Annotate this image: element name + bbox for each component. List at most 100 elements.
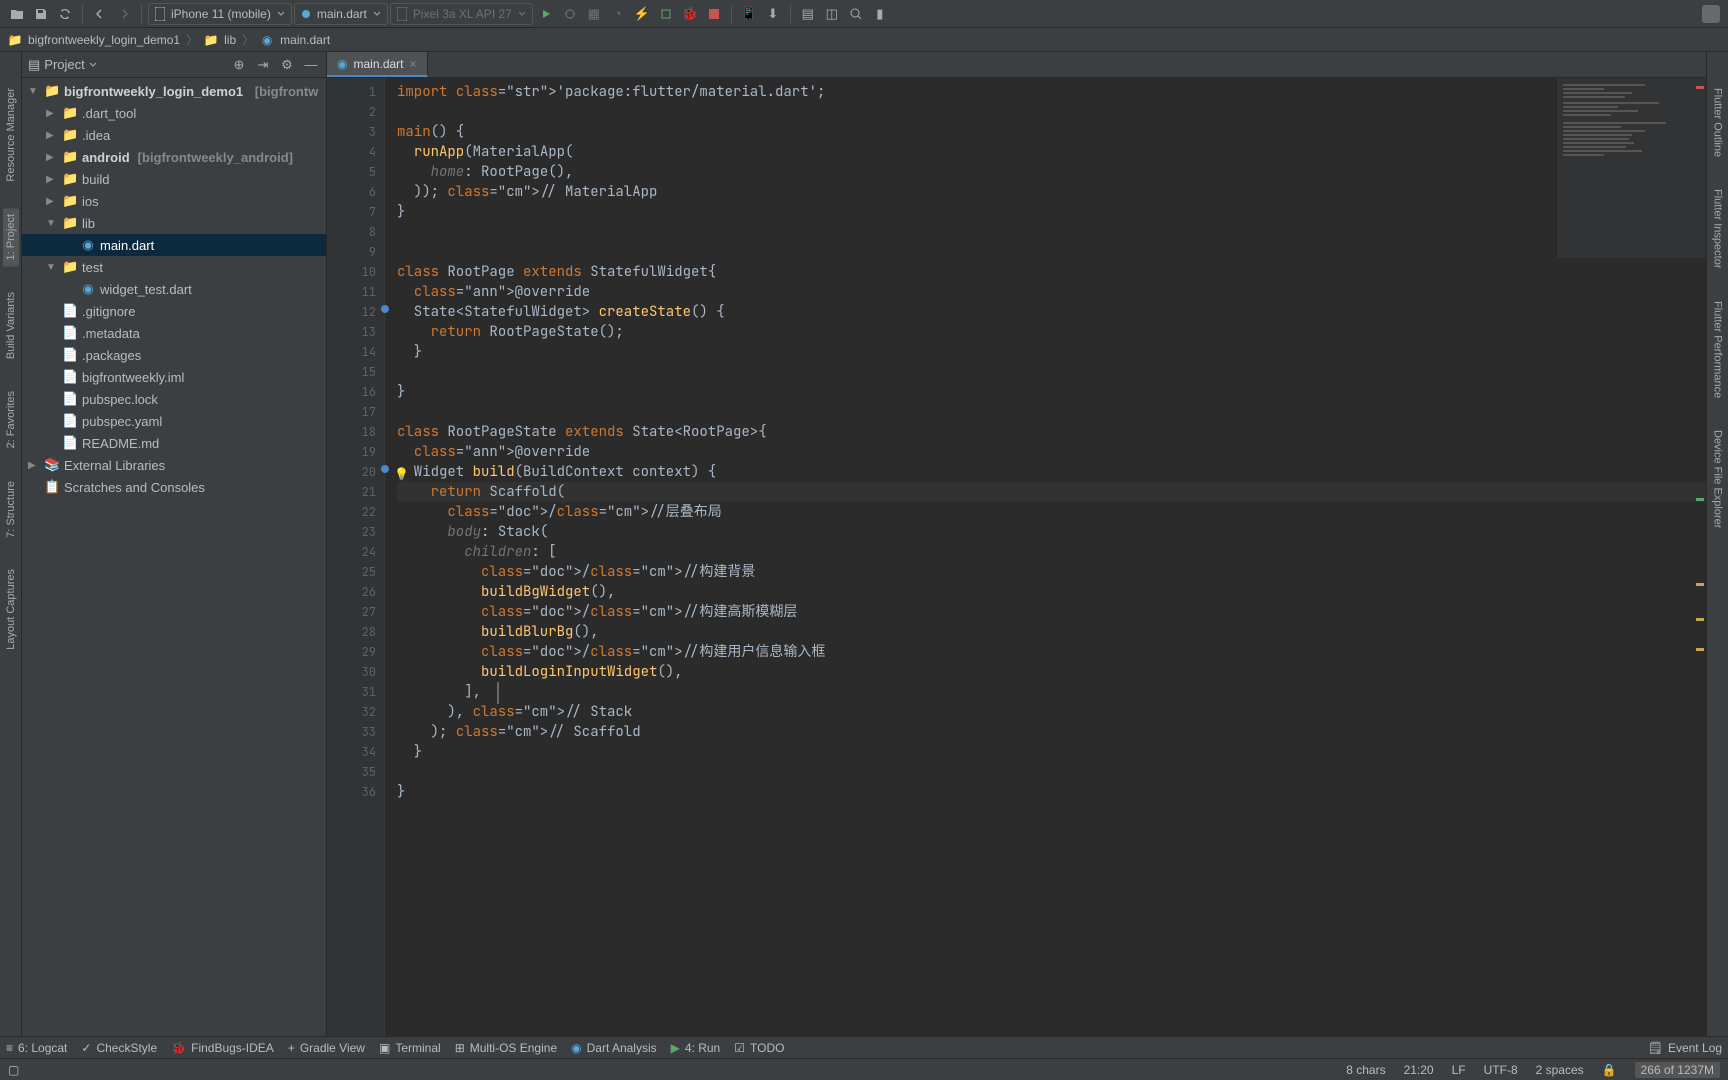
project-title[interactable]: Project <box>44 57 84 72</box>
emulator-selector[interactable]: Pixel 3a XL API 27 <box>390 3 533 25</box>
hide-icon[interactable]: — <box>302 56 320 74</box>
editor-area: ◉ main.dart × 12345678910111213141516171… <box>327 52 1706 1036</box>
tool-findbugs[interactable]: 🐞FindBugs-IDEA <box>171 1041 274 1055</box>
main-toolbar: iPhone 11 (mobile) main.dart Pixel 3a XL… <box>0 0 1728 28</box>
chevron-down-icon[interactable] <box>89 61 97 69</box>
tree-item--gitignore[interactable]: 📄.gitignore <box>22 300 326 322</box>
tree-item-pubspec-yaml[interactable]: 📄pubspec.yaml <box>22 410 326 432</box>
tree-item--dart-tool[interactable]: ▶📁.dart_tool <box>22 102 326 124</box>
tab-device-file-explorer[interactable]: Device File Explorer <box>1710 424 1726 534</box>
tree-item-readme-md[interactable]: 📄README.md <box>22 432 326 454</box>
tool-logcat[interactable]: ≡6: Logcat <box>6 1041 67 1055</box>
project-view-icon: ▤ <box>28 57 40 73</box>
tree-item-test[interactable]: ▼📁test <box>22 256 326 278</box>
search-icon[interactable] <box>845 3 867 25</box>
breadcrumb: 📁 bigfrontweekly_login_demo1 〉 📁 lib 〉 ◉… <box>0 28 1728 52</box>
tree-item--metadata[interactable]: 📄.metadata <box>22 322 326 344</box>
status-encoding[interactable]: UTF-8 <box>1484 1063 1518 1077</box>
tool-terminal[interactable]: ▣Terminal <box>379 1041 441 1055</box>
right-tool-strip: Flutter Outline Flutter Inspector Flutte… <box>1706 52 1728 1036</box>
tree-item-bigfrontweekly-iml[interactable]: 📄bigfrontweekly.iml <box>22 366 326 388</box>
open-icon[interactable] <box>6 3 28 25</box>
avatar-icon[interactable] <box>1700 3 1722 25</box>
tab-resource-manager[interactable]: Resource Manager <box>3 82 19 188</box>
device-selector[interactable]: iPhone 11 (mobile) <box>148 3 292 25</box>
lock-icon[interactable]: 🔒 <box>1602 1063 1617 1077</box>
tree-external-libraries[interactable]: ▶📚 External Libraries <box>22 454 326 476</box>
scrollbar-marks[interactable] <box>1694 78 1706 1036</box>
layout-inspector-icon[interactable]: ▤ <box>797 3 819 25</box>
status-line-ending[interactable]: LF <box>1452 1063 1466 1077</box>
tree-item--idea[interactable]: ▶📁.idea <box>22 124 326 146</box>
status-position[interactable]: 21:20 <box>1404 1063 1434 1077</box>
tab-flutter-outline[interactable]: Flutter Outline <box>1710 82 1726 163</box>
attach-icon[interactable] <box>655 3 677 25</box>
avd-icon[interactable]: 📱 <box>738 3 760 25</box>
sync-icon[interactable] <box>54 3 76 25</box>
back-icon[interactable] <box>89 3 111 25</box>
tab-flutter-performance[interactable]: Flutter Performance <box>1710 295 1726 404</box>
tree-item-main-dart[interactable]: ◉main.dart <box>22 234 326 256</box>
tool-event-log[interactable]: 🗒Event Log <box>1648 1041 1722 1055</box>
tool-dart-analysis[interactable]: ◉Dart Analysis <box>571 1041 657 1055</box>
project-tree: ▼📁 bigfrontweekly_login_demo1 [bigfrontw… <box>22 78 326 1036</box>
tab-structure[interactable]: 7: Structure <box>3 475 19 544</box>
close-icon[interactable]: × <box>410 57 417 71</box>
breadcrumb-project[interactable]: bigfrontweekly_login_demo1 <box>28 33 180 47</box>
status-indent[interactable]: 2 spaces <box>1536 1063 1584 1077</box>
profile-icon[interactable]: ◔ <box>607 3 629 25</box>
bottom-tool-bar: ≡6: Logcat ✓CheckStyle 🐞FindBugs-IDEA +G… <box>0 1036 1728 1058</box>
chevron-icon: 〉 <box>186 31 198 48</box>
tree-item-lib[interactable]: ▼📁lib <box>22 212 326 234</box>
tool-gradle[interactable]: +Gradle View <box>288 1041 365 1055</box>
status-memory[interactable]: 266 of 1237M <box>1635 1062 1720 1078</box>
collapse-icon[interactable]: ⇥ <box>254 56 272 74</box>
tool-checkstyle[interactable]: ✓CheckStyle <box>81 1041 157 1055</box>
tree-item-android[interactable]: ▶📁android[bigfrontweekly_android] <box>22 146 326 168</box>
stop-icon[interactable] <box>703 3 725 25</box>
run-config-selector[interactable]: main.dart <box>294 3 388 25</box>
tree-item-build[interactable]: ▶📁build <box>22 168 326 190</box>
chevron-icon: 〉 <box>242 31 254 48</box>
left-tool-strip: Resource Manager 1: Project Build Varian… <box>0 52 22 1036</box>
tree-scratches[interactable]: 📋 Scratches and Consoles <box>22 476 326 498</box>
run-icon[interactable] <box>535 3 557 25</box>
breadcrumb-file[interactable]: main.dart <box>280 33 330 47</box>
tab-layout-captures[interactable]: Layout Captures <box>3 563 19 656</box>
tab-favorites[interactable]: 2: Favorites <box>3 385 19 454</box>
breadcrumb-folder[interactable]: lib <box>224 33 236 47</box>
save-icon[interactable] <box>30 3 52 25</box>
editor-tabs: ◉ main.dart × <box>327 52 1706 78</box>
text-caret <box>497 682 499 704</box>
code-content[interactable]: import class="str">'package:flutter/mate… <box>385 78 1706 1036</box>
minimap[interactable] <box>1556 78 1706 258</box>
tool-multios[interactable]: ⊞Multi-OS Engine <box>455 1041 557 1055</box>
status-chars: 8 chars <box>1346 1063 1385 1077</box>
tab-flutter-inspector[interactable]: Flutter Inspector <box>1710 183 1726 274</box>
debug-icon[interactable] <box>559 3 581 25</box>
hot-reload-icon[interactable]: ⚡ <box>631 3 653 25</box>
tab-project[interactable]: 1: Project <box>3 208 19 266</box>
tool-run[interactable]: ▶4: Run <box>671 1041 721 1055</box>
line-gutter: 1234567891011121314151617181920💡21222324… <box>327 78 385 1036</box>
tree-root[interactable]: ▼📁 bigfrontweekly_login_demo1 [bigfrontw <box>22 80 326 102</box>
coverage-icon[interactable]: ▦ <box>583 3 605 25</box>
device-label: iPhone 11 (mobile) <box>171 7 271 21</box>
tree-item--packages[interactable]: 📄.packages <box>22 344 326 366</box>
status-tool-toggle[interactable]: ▢ <box>8 1063 19 1077</box>
unknown-icon[interactable]: ▮ <box>869 3 891 25</box>
settings-icon[interactable]: ⚙ <box>278 56 296 74</box>
code-editor[interactable]: 1234567891011121314151617181920💡21222324… <box>327 78 1706 1036</box>
dart-file-icon: ◉ <box>337 57 347 71</box>
project-header: ▤ Project ⊕ ⇥ ⚙ — <box>22 52 326 78</box>
tree-item-ios[interactable]: ▶📁ios <box>22 190 326 212</box>
tree-item-widget-test-dart[interactable]: ◉widget_test.dart <box>22 278 326 300</box>
sdk-icon[interactable]: ⬇ <box>762 3 784 25</box>
tab-main-dart[interactable]: ◉ main.dart × <box>327 52 428 77</box>
tab-build-variants[interactable]: Build Variants <box>3 286 19 365</box>
locate-icon[interactable]: ⊕ <box>230 56 248 74</box>
debug-attach-icon[interactable]: 🐞 <box>679 3 701 25</box>
tool-todo[interactable]: ☑TODO <box>734 1041 784 1055</box>
tree-item-pubspec-lock[interactable]: 📄pubspec.lock <box>22 388 326 410</box>
resource-icon[interactable]: ◫ <box>821 3 843 25</box>
